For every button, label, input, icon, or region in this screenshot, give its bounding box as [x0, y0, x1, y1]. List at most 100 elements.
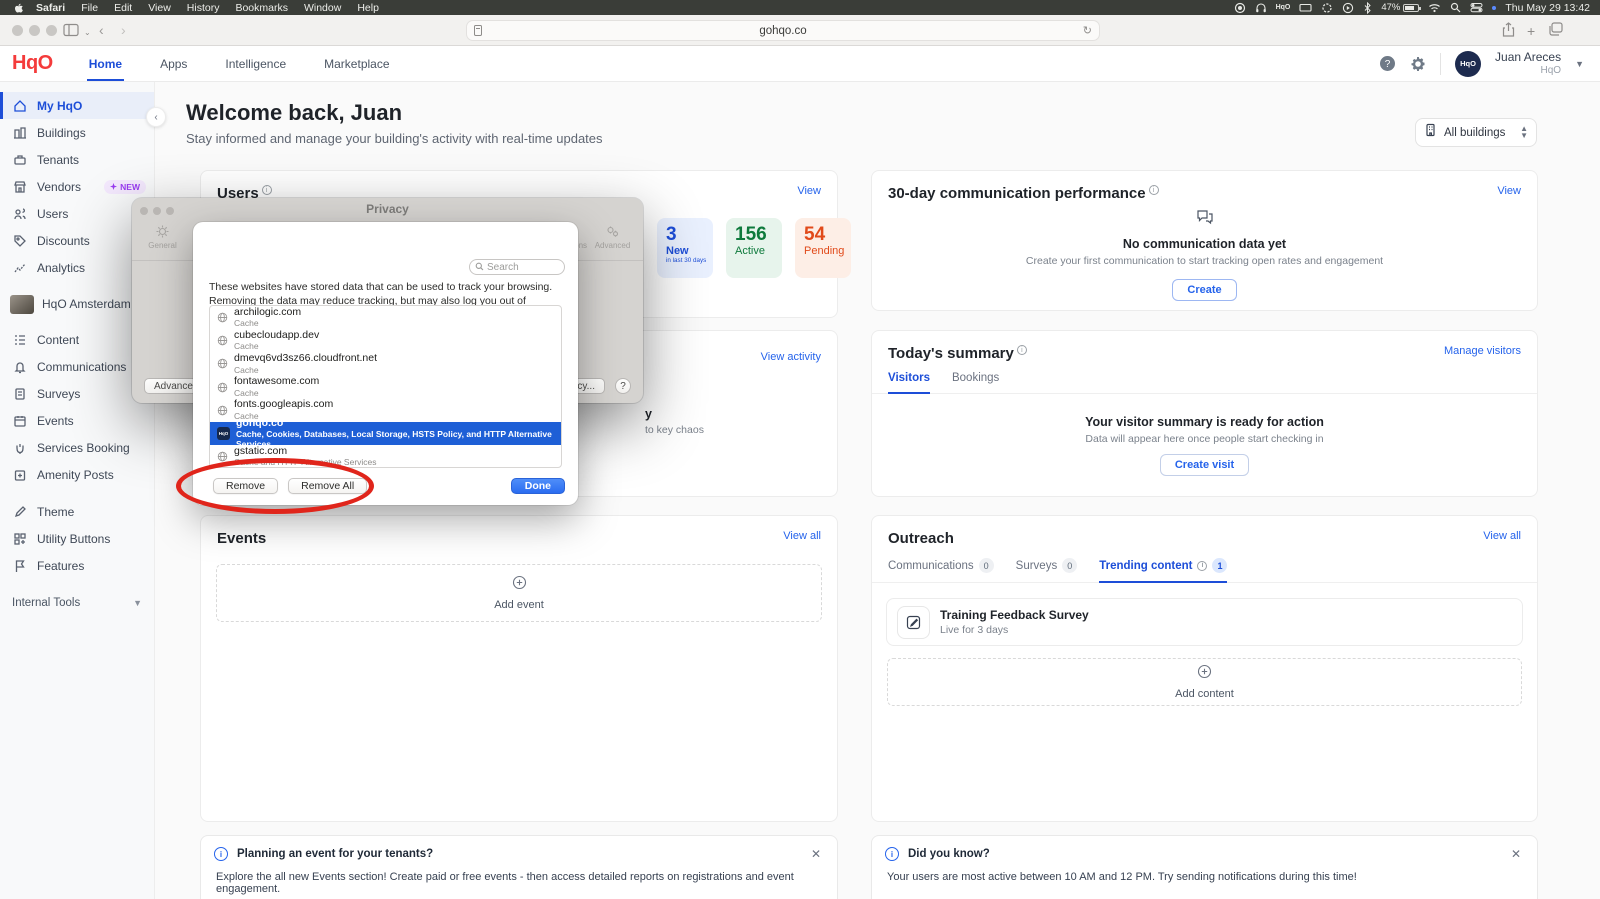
user-name-block[interactable]: Juan Areces HqO	[1495, 51, 1561, 76]
menubar-item-window[interactable]: Window	[296, 2, 349, 14]
stat-active-users[interactable]: 156 Active	[726, 218, 782, 278]
help-button[interactable]: ?	[615, 378, 631, 394]
keyboard-icon[interactable]	[1299, 2, 1312, 13]
sidebar-item-users[interactable]: Users	[0, 200, 154, 227]
control-center-icon[interactable]	[1470, 2, 1483, 13]
toolbar-item-advanced[interactable]: Advanced	[592, 222, 634, 260]
hqo-status-icon[interactable]: HqO	[1276, 4, 1291, 11]
headphones-icon[interactable]	[1255, 2, 1267, 14]
minimize-window-button[interactable]	[29, 25, 40, 36]
tab-intelligence[interactable]: Intelligence	[223, 46, 288, 81]
assistant-icon[interactable]	[1321, 2, 1333, 14]
tab-communications[interactable]: Communications 0	[888, 558, 994, 582]
sidebar-item-amenity-posts[interactable]: Amenity Posts	[0, 461, 154, 488]
address-bar[interactable]: gohqo.co ↻	[466, 20, 1100, 41]
menubar-item-history[interactable]: History	[179, 2, 228, 14]
sidebar-item-events[interactable]: Events	[0, 407, 154, 434]
wifi-icon[interactable]	[1428, 2, 1441, 13]
menubar-item-bookmarks[interactable]: Bookmarks	[227, 2, 296, 14]
menubar-clock[interactable]: Thu May 29 13:42	[1505, 2, 1592, 14]
site-row[interactable]: archilogic.comCache	[210, 306, 561, 329]
sidebar-item-content[interactable]: Content	[0, 326, 154, 353]
done-button[interactable]: Done	[511, 478, 565, 494]
tab-overview-icon[interactable]	[1548, 22, 1563, 36]
tab-trending-content[interactable]: Trending content i 1	[1099, 558, 1227, 582]
help-icon[interactable]: ?	[1379, 55, 1396, 72]
tab-bookings[interactable]: Bookings	[952, 372, 999, 393]
sidebar-item-theme[interactable]: Theme	[0, 498, 154, 525]
outreach-view-all-link[interactable]: View all	[1483, 530, 1521, 542]
sidebar-item-utility-buttons[interactable]: Utility Buttons	[0, 525, 154, 552]
menubar-item-view[interactable]: View	[140, 2, 179, 14]
view-activity-link[interactable]: View activity	[761, 351, 821, 363]
close-icon[interactable]: ✕	[1511, 847, 1521, 861]
sidebar-item-services-booking[interactable]: Services Booking	[0, 434, 154, 461]
play-icon[interactable]	[1342, 2, 1354, 14]
users-view-link[interactable]: View	[797, 185, 821, 197]
add-event-dropzone[interactable]: Add event	[216, 564, 822, 622]
menubar-item-help[interactable]: Help	[349, 2, 387, 14]
tab-visitors[interactable]: Visitors	[888, 372, 930, 393]
reload-icon[interactable]: ↻	[1083, 24, 1092, 37]
menubar-item-file[interactable]: File	[73, 2, 106, 14]
search-field[interactable]	[469, 259, 565, 275]
sidebar-item-surveys[interactable]: Surveys	[0, 380, 154, 407]
sidebar-item-analytics[interactable]: Analytics	[0, 254, 154, 281]
stat-pending-users[interactable]: 54 Pending	[795, 218, 851, 278]
trending-content-item[interactable]: Training Feedback Survey Live for 3 days	[886, 598, 1523, 646]
sidebar-toggle-icon[interactable]	[63, 23, 79, 37]
sidebar-internal-tools[interactable]: Internal Tools ▼	[0, 589, 154, 616]
info-icon[interactable]: i	[262, 185, 272, 195]
site-row[interactable]: cubecloudapp.devCache	[210, 329, 561, 352]
site-row[interactable]: dmevq6vd3sz66.cloudfront.netCache	[210, 352, 561, 375]
create-communication-button[interactable]: Create	[1172, 279, 1236, 301]
close-window-button[interactable]	[12, 25, 23, 36]
sidebar-chevron-icon[interactable]: ⌄	[84, 28, 91, 37]
toolbar-item-general[interactable]: General	[142, 222, 184, 260]
hqo-logo[interactable]: HqO	[12, 52, 53, 75]
new-tab-icon[interactable]: +	[1527, 23, 1535, 39]
create-visit-button[interactable]: Create visit	[1160, 454, 1249, 476]
zoom-window-button[interactable]	[46, 25, 57, 36]
chevron-down-icon[interactable]: ▼	[1575, 59, 1584, 69]
apple-icon[interactable]	[14, 2, 24, 13]
record-icon[interactable]	[1234, 2, 1246, 14]
close-icon[interactable]: ✕	[811, 847, 821, 861]
menubar-item-edit[interactable]: Edit	[106, 2, 140, 14]
tab-surveys[interactable]: Surveys 0	[1016, 558, 1078, 582]
sidebar-collapse-button[interactable]: ‹	[146, 107, 166, 127]
settings-gear-icon[interactable]	[1410, 56, 1426, 72]
sidebar-item-discounts[interactable]: Discounts	[0, 227, 154, 254]
tab-home[interactable]: Home	[87, 46, 124, 81]
menubar-item-safari[interactable]: Safari	[28, 2, 73, 14]
battery-indicator[interactable]: 47%	[1381, 2, 1419, 13]
site-row[interactable]: fontawesome.comCache	[210, 376, 561, 399]
site-row-selected[interactable]: HqO gohqo.coCache, Cookies, Databases, L…	[210, 422, 561, 445]
building-filter-select[interactable]: All buildings ▲▼	[1415, 118, 1537, 147]
sidebar-item-vendors[interactable]: Vendors NEW	[0, 173, 154, 200]
search-input[interactable]	[487, 262, 557, 273]
info-icon[interactable]: i	[1017, 345, 1027, 355]
comm-view-link[interactable]: View	[1497, 185, 1521, 197]
sidebar-item-buildings[interactable]: Buildings	[0, 119, 154, 146]
website-data-list[interactable]: archilogic.comCache cubecloudapp.devCach…	[209, 305, 562, 468]
bluetooth-icon[interactable]	[1363, 2, 1372, 14]
spotlight-icon[interactable]	[1450, 2, 1461, 13]
stat-new-users[interactable]: 3 New in last 30 days	[657, 218, 713, 278]
sidebar-item-communications[interactable]: Communications	[0, 353, 154, 380]
back-button[interactable]: ‹	[99, 22, 104, 38]
sidebar-building-selector[interactable]: HqO Amsterdam	[0, 288, 154, 320]
manage-visitors-link[interactable]: Manage visitors	[1444, 345, 1521, 357]
add-content-dropzone[interactable]: Add content	[887, 658, 1522, 706]
events-view-all-link[interactable]: View all	[783, 530, 821, 542]
sidebar-item-tenants[interactable]: Tenants	[0, 146, 154, 173]
forward-button[interactable]: ›	[121, 22, 126, 38]
share-icon[interactable]	[1502, 22, 1515, 37]
avatar[interactable]: HqO	[1455, 51, 1481, 77]
sidebar-item-my-hqo[interactable]: My HqO	[0, 92, 154, 119]
page-settings-icon[interactable]	[473, 24, 483, 42]
tab-apps[interactable]: Apps	[158, 46, 189, 81]
tab-marketplace[interactable]: Marketplace	[322, 46, 391, 81]
info-icon[interactable]: i	[1149, 185, 1159, 195]
sidebar-item-features[interactable]: Features	[0, 552, 154, 579]
